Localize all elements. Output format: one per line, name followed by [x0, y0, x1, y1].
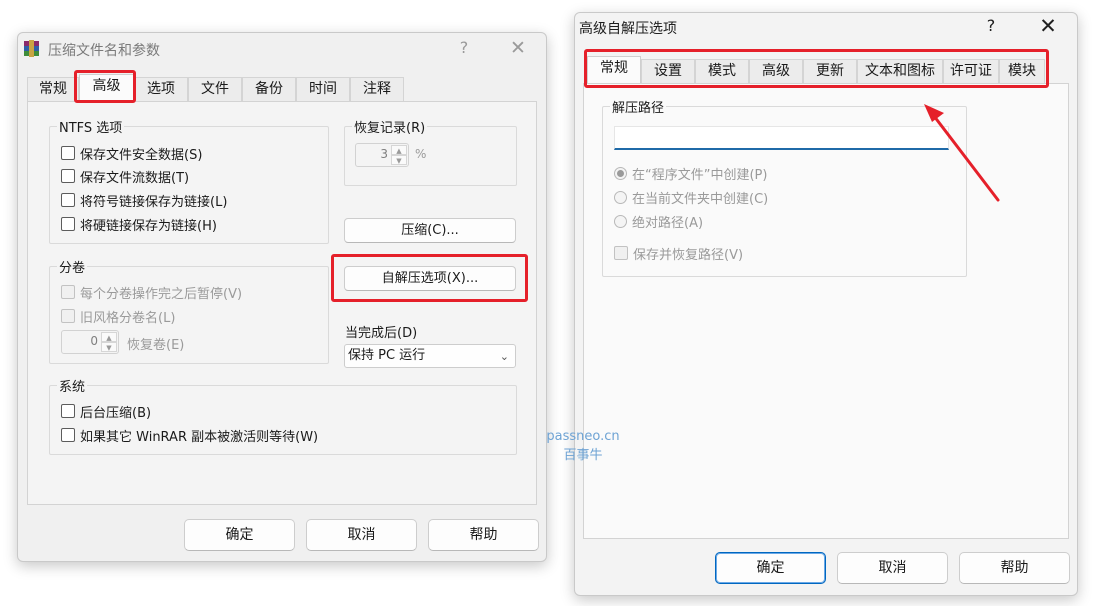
watermark: passneo.cn 百事牛: [540, 427, 626, 465]
watermark-line1: passneo.cn: [546, 429, 620, 444]
annotation-arrow-icon: [924, 104, 1000, 202]
watermark-line2: 百事牛: [563, 448, 603, 463]
